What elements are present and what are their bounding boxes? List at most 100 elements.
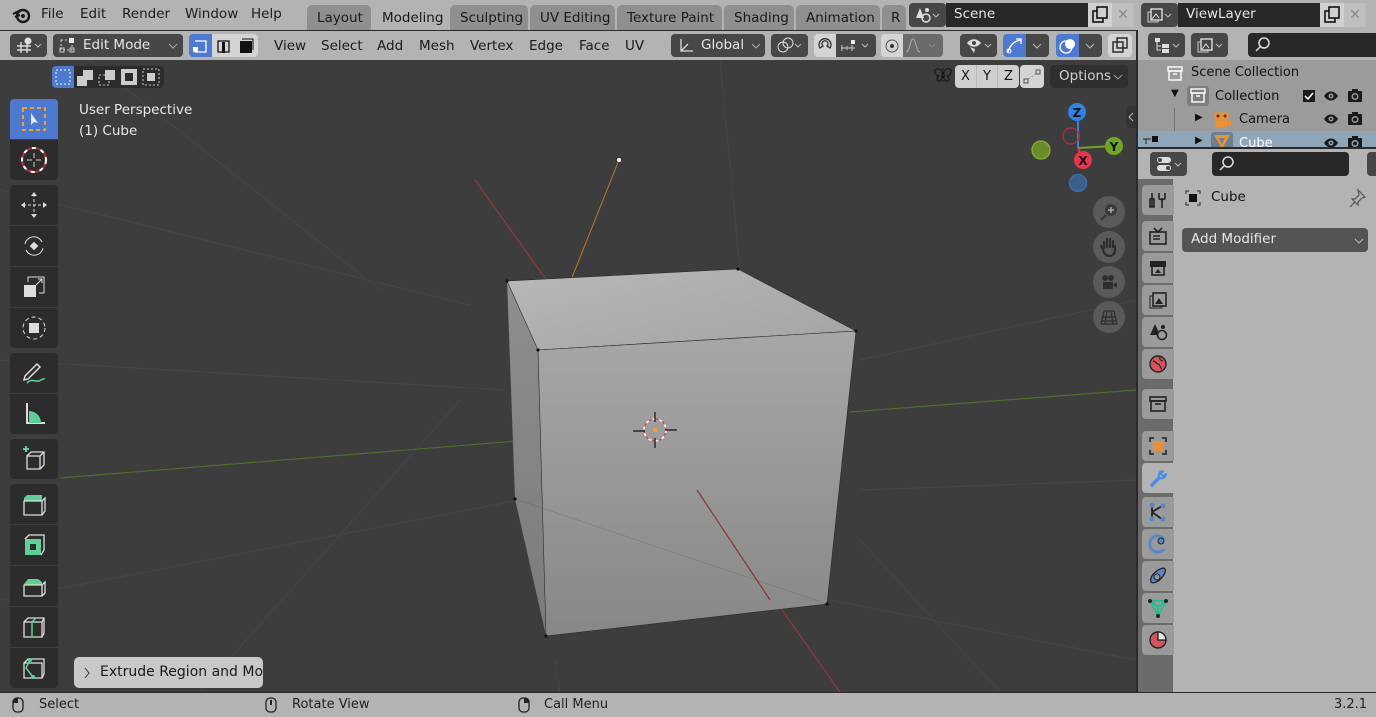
mirror-z-toggle[interactable]: Z (997, 65, 1019, 88)
tab-output[interactable] (1142, 253, 1174, 283)
tab-data[interactable] (1142, 593, 1174, 623)
vertex-select-mode-button[interactable] (189, 34, 212, 57)
scene-new-button[interactable] (1088, 3, 1112, 27)
ortho-persp-toggle[interactable] (1093, 301, 1125, 333)
tab-scene[interactable] (1142, 317, 1174, 347)
tab-sculpting[interactable]: Sculpting (450, 5, 528, 30)
menu-edit[interactable]: Edit (80, 6, 106, 22)
snap-toggle[interactable] (814, 34, 836, 57)
viewlayer-name-field[interactable]: ViewLayer (1178, 3, 1320, 27)
menu-face[interactable]: Face (579, 38, 610, 54)
zoom-view-button[interactable] (1093, 196, 1125, 228)
tool-rotate[interactable] (10, 226, 58, 266)
tab-collection[interactable] (1142, 389, 1174, 419)
tool-knife[interactable] (10, 648, 58, 688)
eye-icon[interactable] (1323, 112, 1339, 126)
tab-view-layer[interactable] (1142, 285, 1174, 315)
tab-texture-paint[interactable]: Texture Paint (617, 5, 722, 30)
proportional-editing-toggle[interactable] (881, 34, 903, 57)
mode-dropdown[interactable]: Edit Mode (53, 34, 183, 57)
tool-add-cube[interactable] (10, 439, 58, 479)
cube-mesh[interactable] (505, 267, 858, 638)
mirror-y-toggle[interactable]: Y (976, 65, 997, 88)
display-mode-dropdown[interactable] (1191, 33, 1228, 57)
camera-render-icon[interactable] (1347, 135, 1363, 147)
viewlayer-new-button[interactable] (1320, 3, 1344, 27)
select-invert-button[interactable] (118, 66, 140, 88)
tab-uv-editing[interactable]: UV Editing (530, 5, 615, 30)
outliner-search-input[interactable] (1248, 33, 1376, 57)
select-extend-button[interactable] (74, 66, 96, 88)
tab-physics[interactable] (1142, 529, 1174, 559)
scene-browse-button[interactable] (909, 3, 946, 27)
tool-measure[interactable] (10, 394, 58, 434)
tab-tool[interactable] (1142, 185, 1174, 215)
menu-file[interactable]: File (41, 6, 64, 22)
transform-orientation-dropdown[interactable]: Global (671, 34, 765, 57)
checkbox-checked-icon[interactable] (1302, 89, 1316, 103)
tab-shading[interactable]: Shading (724, 5, 794, 30)
object-visibility-dropdown[interactable] (960, 34, 997, 57)
properties-search-input[interactable] (1212, 152, 1349, 176)
overlays-dropdown[interactable] (1079, 34, 1102, 57)
tab-modifiers[interactable] (1142, 463, 1174, 493)
camera-render-icon[interactable] (1347, 88, 1363, 104)
menu-view[interactable]: View (274, 38, 306, 54)
face-select-mode-button[interactable] (235, 34, 258, 57)
scene-name-field[interactable]: Scene (946, 3, 1088, 27)
scene-delete-button[interactable]: ✕ (1112, 3, 1134, 27)
tab-layout[interactable]: Layout (307, 5, 371, 30)
expand-arrow-icon[interactable]: ▶ (1195, 112, 1203, 123)
outliner-row-scene-collection[interactable]: Scene Collection (1138, 62, 1376, 84)
tab-material[interactable] (1142, 625, 1174, 655)
tab-modeling[interactable]: Modeling (372, 5, 448, 30)
menu-edge[interactable]: Edge (529, 38, 563, 54)
tab-constraints[interactable] (1142, 561, 1174, 591)
3d-viewport[interactable]: Z Y X User Perspective (1) Cube X Y Z Op… (0, 60, 1136, 692)
tool-extrude-region[interactable] (10, 484, 58, 524)
viewlayer-browse-button[interactable] (1141, 3, 1178, 27)
camera-view-button[interactable] (1093, 266, 1125, 298)
tool-loop-cut[interactable] (10, 607, 58, 647)
tool-select-box[interactable] (10, 99, 58, 139)
menu-vertex[interactable]: Vertex (470, 38, 513, 54)
gizmo-toggle[interactable] (1003, 34, 1026, 57)
tool-bevel[interactable] (10, 566, 58, 606)
outliner-editor-type-button[interactable] (1148, 33, 1185, 57)
auto-merge-toggle[interactable] (1020, 65, 1044, 88)
outliner-row-cube[interactable]: ▶ Cube (1138, 131, 1376, 147)
expand-arrow-icon[interactable]: ▶ (1195, 135, 1203, 146)
properties-options-button[interactable] (1367, 152, 1376, 176)
tool-move[interactable] (10, 185, 58, 225)
outliner-row-camera[interactable]: ▶ Camera (1138, 108, 1376, 147)
menu-select[interactable]: Select (321, 38, 363, 54)
viewlayer-delete-button[interactable]: ✕ (1344, 3, 1366, 27)
menu-help[interactable]: Help (251, 6, 282, 22)
pin-icon[interactable] (1347, 188, 1367, 208)
menu-render[interactable]: Render (122, 6, 170, 22)
editor-type-button[interactable] (10, 34, 47, 57)
select-new-button[interactable] (52, 66, 74, 88)
edit-mode-indicator-icon[interactable] (1142, 135, 1160, 145)
menu-mesh[interactable]: Mesh (419, 38, 455, 54)
mirror-x-toggle[interactable]: X (955, 65, 976, 88)
eye-icon[interactable] (1323, 89, 1339, 103)
snap-target-dropdown[interactable] (836, 34, 876, 57)
camera-render-icon[interactable] (1347, 111, 1363, 127)
blender-logo-icon[interactable] (12, 6, 32, 28)
outliner-row-collection[interactable]: ▼ Collection (1138, 85, 1376, 107)
add-modifier-dropdown[interactable]: Add Modifier (1182, 228, 1368, 252)
select-intersect-button[interactable] (140, 66, 162, 88)
pan-view-button[interactable] (1093, 231, 1125, 263)
tab-world[interactable] (1142, 349, 1174, 379)
tab-rendering[interactable]: R (882, 5, 906, 30)
tab-object[interactable] (1142, 431, 1174, 461)
tool-transform[interactable] (10, 308, 58, 348)
menu-window[interactable]: Window (185, 6, 238, 22)
overlays-toggle[interactable] (1056, 34, 1079, 57)
tab-render[interactable] (1142, 221, 1174, 251)
menu-uv[interactable]: UV (625, 38, 644, 54)
tab-animation[interactable]: Animation (796, 5, 880, 30)
edge-select-mode-button[interactable] (212, 34, 235, 57)
last-operator-panel[interactable]: Extrude Region and Mo (74, 657, 263, 688)
